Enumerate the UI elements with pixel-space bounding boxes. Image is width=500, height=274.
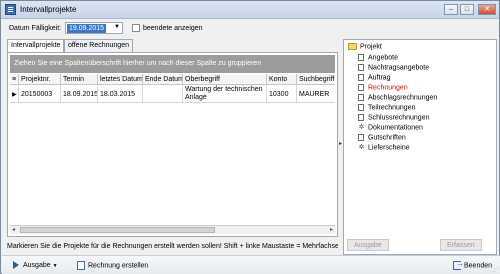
document-icon [358,104,364,111]
right-ausgabe-button[interactable]: Ausgabe [347,239,389,251]
chevron-down-icon[interactable]: ▼ [53,263,58,269]
cell-letztes-datum[interactable]: 18.03.2015 [98,85,143,103]
column-header-oberbegriff[interactable]: Oberbegriff [183,74,267,85]
scrollbar-thumb[interactable] [20,227,215,233]
column-header-projektnr[interactable]: Projektnr. [19,74,61,85]
cell-termin[interactable]: 18.09.2015 [61,85,98,103]
tab-offene-rechnungen[interactable]: offene Rechnungen [64,39,133,52]
maximize-button[interactable]: □ [460,4,474,15]
projects-grid-panel: Ziehen Sie eine Spaltenüberschrift hierh… [7,52,338,237]
document-icon [358,54,364,61]
close-button[interactable]: ✕ [478,4,496,15]
title-bar: Intervallprojekte – □ ✕ [1,1,499,19]
column-header-suchbegriff[interactable]: Suchbegriff [297,74,335,85]
tab-intervallprojekte[interactable]: Intervallprojekte [7,39,65,53]
bottom-toolbar: Ausgabe▼ Rechnung erstellen Beenden ⋰ [2,255,500,274]
tree-item-lieferscheine[interactable]: ✲ Lieferscheine [358,144,410,151]
erfassen-button[interactable]: Erfassen [440,239,482,251]
filter-bar: Datum Fälligkeit: 19.09.2015 ▼ beendete … [3,20,497,37]
document-tree-panel: Projekt Angebote Nachtragsangebote Auftr… [343,39,497,255]
cell-oberbegriff[interactable]: Wartung der technischen Anlage [183,85,267,103]
tree-root[interactable]: Projekt [348,43,382,50]
tree-item-rechnungen[interactable]: Rechnungen [358,84,408,91]
grid-header: ≡ Projektnr. Termin letztes Datum Ende D… [10,74,335,85]
gear-icon: ✲ [358,144,365,151]
document-icon [358,114,364,121]
column-header-konto[interactable]: Konto [267,74,297,85]
collapse-arrow-icon[interactable]: ▸ [339,140,342,147]
tree-item-nachtragsangebote[interactable]: Nachtragsangebote [358,64,429,71]
beenden-button[interactable]: Beenden [450,259,495,272]
status-message: Markieren Sie die Projekte für die Rechn… [7,242,338,253]
cell-suchbegriff[interactable]: MAURER [297,85,335,103]
cell-projektnr[interactable]: 20150003 [19,85,61,103]
document-icon [358,84,364,91]
document-icon [358,94,364,101]
scroll-left-icon[interactable]: ◂ [12,226,15,235]
window-title: Intervallprojekte [20,5,77,14]
table-row[interactable]: ▶ 20150003 18.09.2015 18.03.2015 Wartung… [10,85,335,103]
date-value[interactable]: 19.09.2015 [67,24,107,33]
column-header-letztes-datum[interactable]: letztes Datum [98,74,143,85]
document-icon [358,64,364,71]
date-label: Datum Fälligkeit: [9,25,62,32]
tree-item-dokumentationen[interactable]: ✲ Dokumentationen [358,124,423,131]
group-by-area[interactable]: Ziehen Sie eine Spaltenüberschrift hierh… [10,55,335,73]
finished-checkbox-label[interactable]: beendete anzeigen [143,25,203,32]
gear-icon: ✲ [358,124,365,131]
tree-item-auftrag[interactable]: Auftrag [358,74,391,81]
cell-konto[interactable]: 10300 [267,85,297,103]
minimize-button[interactable]: – [444,4,458,15]
row-indicator[interactable]: ▶ [10,85,19,103]
main-window: Intervallprojekte – □ ✕ Datum Fälligkeit… [0,0,500,274]
tree-root-label: Projekt [360,43,382,51]
rechnung-erstellen-button[interactable]: Rechnung erstellen [74,259,151,272]
column-header-ende-datum[interactable]: Ende Datum [143,74,183,85]
document-icon [358,134,364,141]
tree-item-angebote[interactable]: Angebote [358,54,398,61]
date-dropdown[interactable]: 19.09.2015 ▼ [65,22,123,34]
play-icon [13,261,19,269]
right-button-bar: Ausgabe Erfassen [343,239,497,253]
ausgabe-button[interactable]: Ausgabe ▼ [10,259,61,272]
chevron-down-icon[interactable]: ▼ [114,24,120,30]
tree-item-schlussrechnungen[interactable]: Schlussrechnungen [358,114,430,121]
row-indicator-header[interactable]: ≡ [10,74,19,85]
tree-item-teilrechnungen[interactable]: Teilrechnungen [358,104,415,111]
horizontal-scrollbar[interactable]: ◂ ▸ [10,225,335,234]
document-icon [358,74,364,81]
tree-item-gutschriften[interactable]: Gutschriften [358,134,406,141]
resize-grip-icon[interactable]: ⋰ [493,266,499,273]
exit-icon [453,259,464,270]
finished-checkbox[interactable] [132,24,140,32]
invoice-icon [77,261,85,270]
tree-item-abschlagsrechnungen[interactable]: Abschlagsrechnungen [358,94,437,101]
folder-icon [348,43,357,50]
column-header-termin[interactable]: Termin [61,74,98,85]
scroll-right-icon[interactable]: ▸ [330,226,333,235]
app-icon [5,4,16,15]
cell-ende-datum[interactable] [143,85,183,103]
